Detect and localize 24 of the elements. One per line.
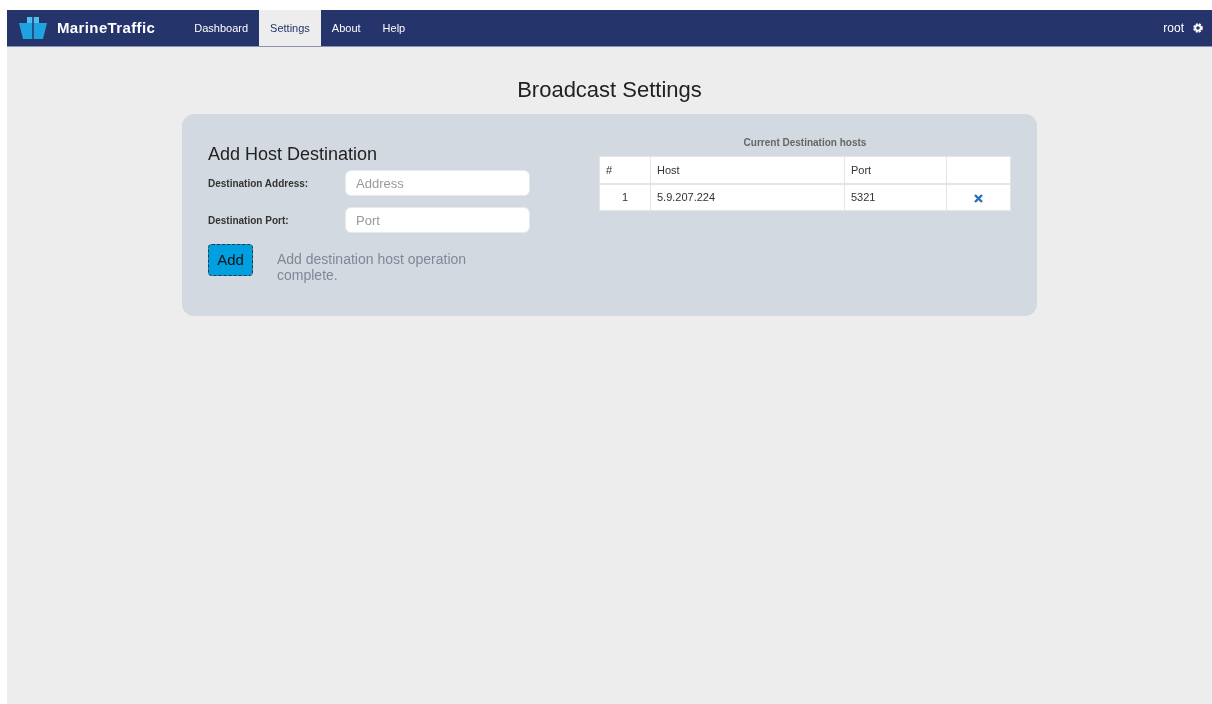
- column-header: #: [599, 156, 651, 184]
- form-heading: Add Host Destination: [208, 143, 379, 165]
- nav-tab[interactable]: Help: [371, 10, 417, 46]
- table-cell: 5.9.207.224: [650, 183, 845, 211]
- field-label: Destination Address:: [208, 176, 310, 191]
- column-header: Port: [844, 156, 947, 184]
- field-label: Destination Port:: [208, 213, 290, 228]
- delete-icon[interactable]: [974, 193, 983, 203]
- nav-tab[interactable]: Settings: [259, 10, 321, 46]
- table-cell: 1: [599, 183, 651, 211]
- add-button[interactable]: Add: [208, 244, 253, 276]
- status-message: Add destination host operation complete.: [277, 251, 468, 283]
- input-field[interactable]: Port: [345, 207, 530, 233]
- settings-icon[interactable]: [1192, 22, 1204, 34]
- table-caption: Current Destination hosts: [742, 136, 868, 150]
- table-cell: 5321: [844, 183, 947, 211]
- ship-logo-icon: [17, 15, 49, 41]
- user-name[interactable]: root: [1163, 19, 1184, 37]
- nav-tab[interactable]: About: [320, 10, 372, 46]
- page-title: Broadcast Settings: [517, 76, 702, 104]
- input-field[interactable]: Address: [345, 170, 530, 196]
- column-header: Host: [650, 156, 845, 184]
- nav-tab[interactable]: Dashboard: [183, 10, 260, 46]
- brand-name[interactable]: MarineTraffic: [57, 16, 156, 40]
